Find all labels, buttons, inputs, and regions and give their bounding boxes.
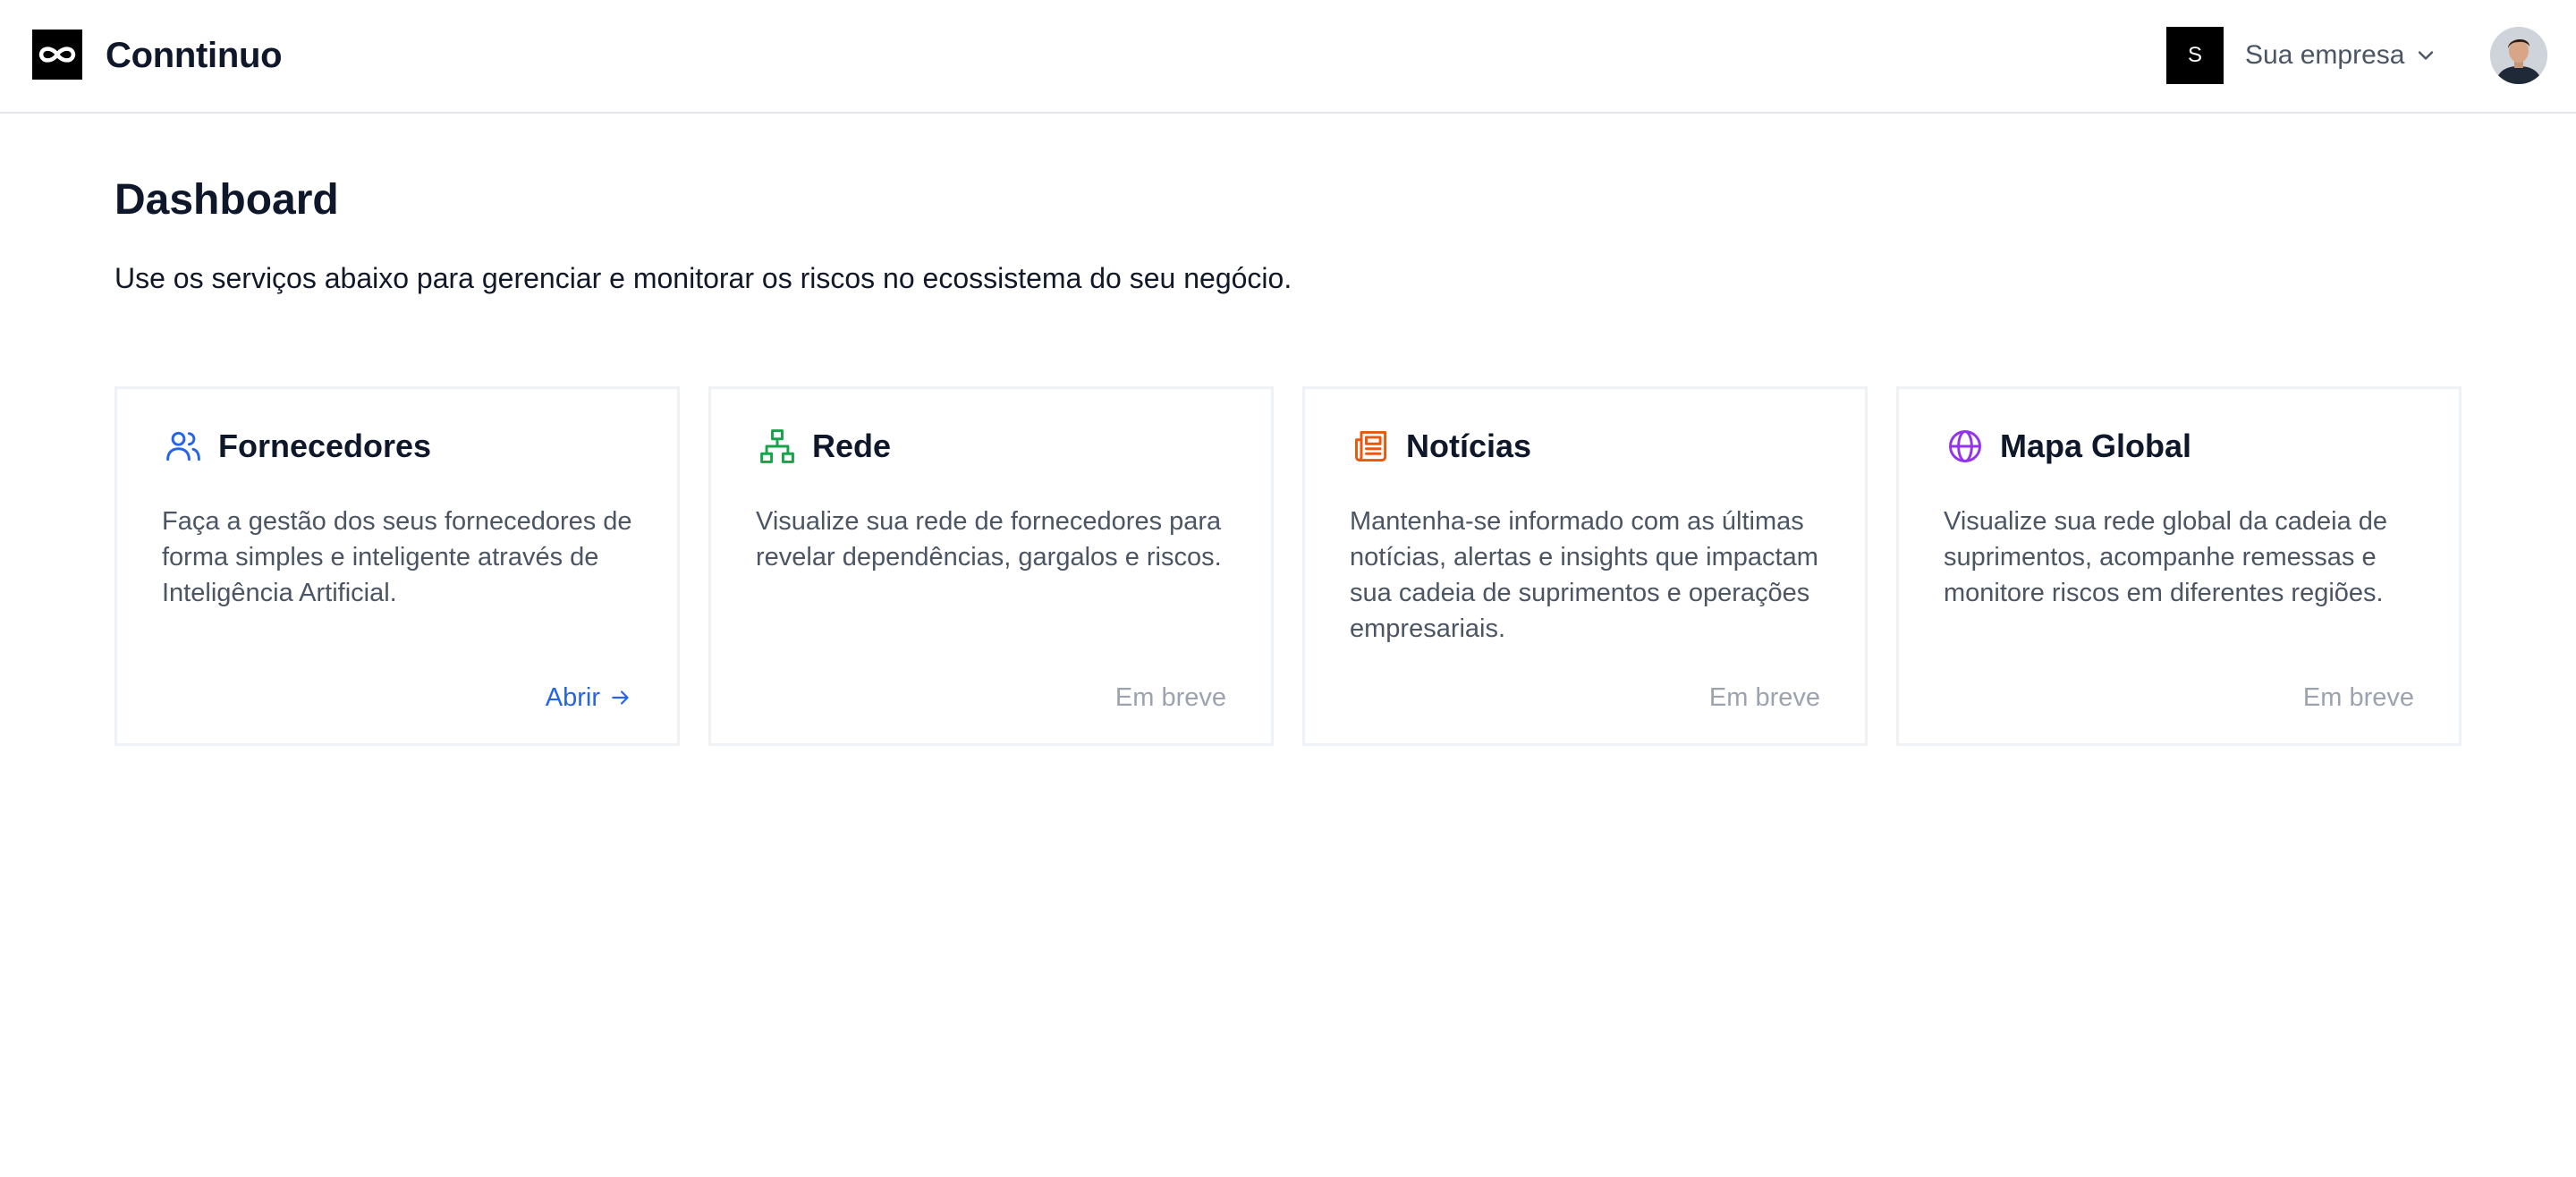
- page-title: Dashboard: [114, 176, 339, 224]
- card-description: Mantenha-se informado com as últimas not…: [1350, 507, 1818, 643]
- card-mapa-global: Mapa Global Visualize sua rede global da…: [1896, 386, 2462, 746]
- coming-soon-label: Em breve: [1708, 683, 1820, 712]
- card-fornecedores: Fornecedores Faça a gestão dos seus forn…: [114, 386, 680, 746]
- open-link-label: Abrir: [545, 683, 600, 712]
- chevron-down-icon[interactable]: [2413, 43, 2438, 68]
- card-title: Notícias: [1406, 428, 1532, 464]
- card-rede: Rede Visualize sua rede de fornecedores …: [708, 386, 1274, 746]
- arrow-right-icon: [612, 690, 629, 705]
- page-subtitle: Use os serviços abaixo para gerenciar e …: [114, 262, 1292, 294]
- card-noticias: Notícias Mantenha-se informado com as úl…: [1302, 386, 1868, 746]
- card-title: Fornecedores: [218, 428, 432, 464]
- top-header: Conntinuo S Sua empresa: [0, 0, 2576, 114]
- card-title: Mapa Global: [2000, 428, 2192, 464]
- coming-soon-label: Em breve: [1114, 683, 1226, 712]
- card-description: Visualize sua rede de fornecedores para …: [756, 507, 1222, 572]
- infinity-logo-icon[interactable]: [32, 30, 82, 80]
- users-icon: [166, 431, 200, 461]
- company-selector-label[interactable]: Sua empresa: [2245, 36, 2404, 75]
- open-fornecedores-link[interactable]: Abrir: [546, 680, 632, 716]
- card-title: Rede: [812, 428, 892, 464]
- network-icon: [760, 429, 794, 463]
- card-description: Visualize sua rede global da cadeia de s…: [1944, 507, 2388, 607]
- globe-icon: [1949, 430, 1981, 462]
- user-avatar[interactable]: [2490, 27, 2547, 84]
- card-description: Faça a gestão dos seus fornecedores de f…: [162, 507, 632, 607]
- company-badge[interactable]: S: [2166, 27, 2224, 84]
- coming-soon-label: Em breve: [2302, 683, 2414, 712]
- brand-name: Conntinuo: [106, 36, 283, 75]
- newspaper-icon: [1355, 430, 1387, 462]
